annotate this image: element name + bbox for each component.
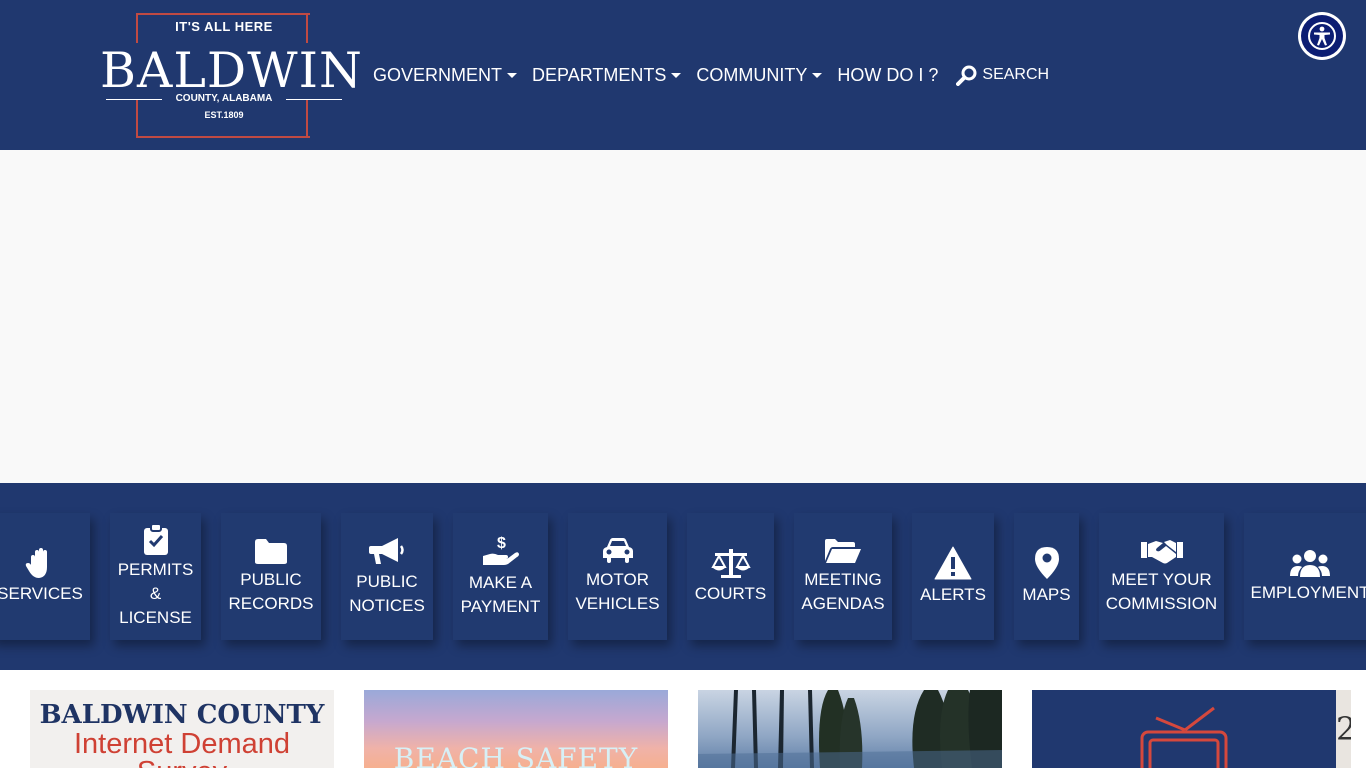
tv-icon [1140, 706, 1228, 768]
quick-link-label: PUBLIC RECORDS [228, 570, 314, 613]
news-card-tv[interactable] [1032, 690, 1336, 768]
quick-link-label: MAKE A PAYMENT [460, 573, 541, 616]
quick-link-maps[interactable]: MAPS [1014, 513, 1079, 640]
news-card-partial[interactable]: 2 [1336, 690, 1351, 768]
site-header: IT'S ALL HERE BALDWIN COUNTY, ALABAMA ES… [0, 0, 1366, 150]
card-title: BEACH SAFETY [393, 742, 639, 768]
quick-link-label: COURTS [694, 584, 767, 603]
nav-how-do-i-label: HOW DO I ? [837, 64, 939, 85]
logo-name: BALDWIN [100, 42, 363, 99]
hero-area [0, 150, 1366, 483]
scales-icon [710, 549, 751, 578]
caret-down-icon [507, 72, 518, 78]
quick-link-motor-vehicles[interactable]: MOTOR VEHICLES [568, 513, 667, 640]
folder-open-icon [825, 539, 861, 563]
main-nav: GOVERNMENT DEPARTMENTS COMMUNITY HOW DO … [373, 63, 1049, 87]
card-title: BALDWIN COUNTY [39, 700, 325, 730]
search-button[interactable]: SEARCH [956, 64, 1049, 86]
nav-how-do-i[interactable]: HOW DO I ? [837, 65, 938, 86]
logo-tagline: IT'S ALL HERE [175, 19, 273, 34]
quick-link-label: EMPLOYMENT [1250, 583, 1366, 602]
logo-county: COUNTY, ALABAMA [175, 93, 273, 104]
quick-link-label: MOTOR VEHICLES [575, 570, 660, 613]
car-icon [602, 538, 633, 563]
handshake-icon [1140, 540, 1183, 564]
nav-departments-label: DEPARTMENTS [532, 64, 667, 85]
news-card-beach-safety[interactable]: BEACH SAFETY [364, 690, 668, 768]
hand-dollar-icon: $ [482, 535, 519, 565]
nav-departments[interactable]: DEPARTMENTS [532, 64, 682, 86]
card-partial-text: 2 [1336, 710, 1351, 748]
quick-link-label: MAPS [1022, 585, 1071, 604]
hand-icon [25, 548, 47, 578]
news-card-internet-survey[interactable]: BALDWIN COUNTY Internet Demand Survey [30, 690, 334, 768]
quick-link-label: ALERTS [920, 585, 986, 604]
quick-link-alerts[interactable]: ALERTS [912, 513, 994, 640]
users-icon [1290, 550, 1330, 577]
caret-down-icon [671, 72, 682, 78]
nav-government[interactable]: GOVERNMENT [373, 64, 518, 86]
megaphone-icon [369, 538, 404, 564]
logo-established: EST.1809 [204, 110, 244, 120]
quick-link-public-notices[interactable]: PUBLIC NOTICES [341, 513, 433, 640]
clipboard-check-icon [143, 523, 168, 555]
nav-community[interactable]: COMMUNITY [696, 64, 823, 86]
quick-link-label: MEET YOUR COMMISSION [1105, 570, 1218, 613]
quick-link-employment[interactable]: EMPLOYMENT [1244, 513, 1366, 640]
quick-link-label: PERMITS & LICENSE [117, 560, 194, 627]
news-card-forest-photo[interactable] [698, 690, 1002, 768]
card-subtitle-2: Survey [30, 756, 334, 768]
logo-border-bottom [136, 136, 310, 138]
quick-link-permits-license[interactable]: PERMITS & LICENSE [110, 513, 201, 640]
map-marker-icon [1034, 547, 1059, 579]
accessibility-icon [1301, 15, 1343, 57]
quick-link-meet-your-commission[interactable]: MEET YOUR COMMISSION [1099, 513, 1224, 640]
folder-icon [255, 539, 287, 564]
quick-link-label: PUBLIC NOTICES [349, 572, 425, 615]
quick-link-label: SERVICES [0, 584, 83, 603]
quick-link-courts[interactable]: COURTS [687, 513, 774, 640]
warning-icon [934, 546, 972, 580]
caret-down-icon [812, 72, 823, 78]
nav-community-label: COMMUNITY [696, 64, 808, 85]
baldwin-county-logo[interactable]: IT'S ALL HERE BALDWIN COUNTY, ALABAMA ES… [100, 13, 363, 138]
forest-lake-photo [698, 690, 1002, 768]
svg-text:$: $ [497, 535, 506, 552]
search-icon [956, 65, 977, 86]
quick-link-meeting-agendas[interactable]: MEETING AGENDAS [794, 513, 892, 640]
quick-link-services[interactable]: SERVICES [0, 513, 90, 640]
quick-link-public-records[interactable]: PUBLIC RECORDS [221, 513, 321, 640]
search-label: SEARCH [982, 66, 1050, 83]
quick-link-make-a-payment[interactable]: $ MAKE A PAYMENT [453, 513, 548, 640]
quick-link-label: MEETING AGENDAS [801, 570, 885, 613]
accessibility-button[interactable] [1298, 12, 1346, 60]
nav-government-label: GOVERNMENT [373, 64, 503, 85]
